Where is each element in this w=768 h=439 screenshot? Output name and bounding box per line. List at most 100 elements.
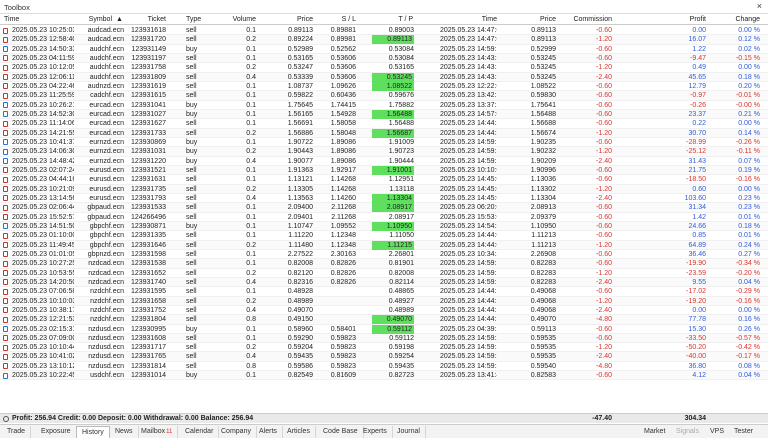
table-row[interactable]: 2025.05.23 10:10:44 nzdusd.ecn 123931717 se…	[0, 343, 768, 353]
cell-open-price: 0.49150	[287, 316, 313, 324]
col-symbol[interactable]: Symbol	[80, 15, 112, 25]
col-commission[interactable]: Commission	[570, 15, 612, 25]
table-row[interactable]: 2025.05.23 10:53:55 nzdcad.ecn 123931652 se…	[0, 269, 768, 278]
cell-close-price: 1.13302	[530, 185, 556, 193]
close-icon[interactable]: ×	[757, 1, 762, 11]
cell-volume: 0.4	[246, 157, 256, 165]
tab-articles[interactable]: Articles	[282, 426, 316, 438]
table-row[interactable]: 2025.05.23 04:11:59 audchf.ecn 123931197 se…	[0, 53, 768, 64]
tab-trade[interactable]: Trade	[2, 426, 32, 438]
table-row[interactable]: 2025.05.23 10:12:05 audchf.ecn 123931758 se…	[0, 63, 768, 73]
table-row[interactable]: 2025.05.23 10:26:21 eurcad.ecn 123931041 bu…	[0, 101, 768, 110]
cell-profit: 23.37	[688, 110, 706, 118]
col-profit[interactable]: Profit	[650, 15, 706, 25]
table-row[interactable]: 2025.05.23 12:58:40 audcad.ecn 123931720 se…	[0, 35, 768, 45]
table-row[interactable]: 2025.05.23 11:14:06 eurcad.ecn 123931627 se…	[0, 119, 768, 129]
sell-deal-icon	[3, 232, 8, 239]
table-row[interactable]: 2025.05.23 10:41:02 nzdusd.ecn 123931765 se…	[0, 352, 768, 362]
table-row[interactable]: 2025.05.23 10:27:25 nzdcad.ecn 123931538 se…	[0, 259, 768, 269]
col-close-price[interactable]: Price	[512, 15, 556, 25]
tester-tab[interactable]: Tester	[734, 426, 753, 438]
col-volume[interactable]: Volume	[220, 15, 256, 25]
vps-tab[interactable]: VPS	[710, 426, 724, 438]
tab-history[interactable]: History	[76, 426, 110, 438]
table-row[interactable]: 2025.05.23 10:21:09 eurusd.ecn 123931735 se…	[0, 184, 768, 194]
tab-journal[interactable]: Journal	[392, 426, 426, 438]
table-row[interactable]: 2025.05.23 11:49:45 gbpchf.ecn 123931646 se…	[0, 240, 768, 250]
table-row[interactable]: 2025.05.23 04:44:16 eurusd.ecn 123931631 se…	[0, 175, 768, 185]
cell-ticket: 123931717	[130, 344, 166, 352]
tab-code-base[interactable]: Code Base	[318, 426, 364, 438]
cell-tp: 0.53245	[372, 72, 414, 82]
cell-sl	[320, 306, 356, 315]
table-row[interactable]: 2025.05.23 14:21:55 eurcad.ecn 123931733 se…	[0, 128, 768, 138]
col-price[interactable]: Price	[280, 15, 313, 25]
summary-icon	[3, 416, 9, 422]
cell-tp: 1.10950	[372, 221, 414, 231]
table-row[interactable]: 2025.05.23 07:06:58 nzdchf.ecn 123931595 se…	[0, 287, 768, 297]
table-row[interactable]: 2025.05.23 12:06:11 audchf.ecn 123931809 se…	[0, 72, 768, 82]
cell-ticket: 123931598	[130, 250, 166, 258]
cell-type: buy	[186, 325, 198, 333]
table-row[interactable]: 2025.05.23 02:07:24 eurusd.ecn 123931521 se…	[0, 165, 768, 176]
cell-change: 0.00 %	[738, 27, 760, 34]
tab-label: Alerts	[259, 428, 277, 435]
table-row[interactable]: 2025.05.23 12:21:53 nzdchf.ecn 123931804 se…	[0, 315, 768, 325]
col-time[interactable]: Time	[4, 15, 64, 25]
col-tp[interactable]: T / P	[375, 15, 413, 25]
table-row[interactable]: 2025.05.23 10:41:37 eurnzd.ecn 123930869 bu…	[0, 138, 768, 148]
cell-commission: -1.20	[596, 344, 612, 352]
cell-commission: -0.60	[596, 334, 612, 342]
table-row[interactable]: 2025.05.23 14:06:30 eurnzd.ecn 123931031 bu…	[0, 147, 768, 157]
tab-experts[interactable]: Experts	[358, 426, 393, 438]
col-sl[interactable]: S / L	[320, 15, 356, 25]
tab-news[interactable]: News	[110, 426, 139, 438]
table-row[interactable]: 2025.05.23 13:14:56 eurusd.ecn 123931793 se…	[0, 193, 768, 204]
table-row[interactable]: 2025.05.23 02:06:44 gbpaud.ecn 123931533 se…	[0, 203, 768, 213]
table-row[interactable]: 2025.05.23 10:22:45 usdchf.ecn 123931014 bu…	[0, 371, 768, 381]
cell-type: sell	[186, 176, 197, 184]
tab-label: News	[115, 428, 133, 435]
cell-open-price: 1.11220	[288, 232, 313, 240]
col-type[interactable]: Type	[186, 15, 210, 25]
cell-close-price: 0.59540	[530, 362, 556, 370]
cell-symbol: gbpnzd.ecn	[87, 250, 124, 258]
tab-company[interactable]: Company	[216, 426, 257, 438]
cell-open-time: 2025.05.23 04:22:46	[12, 82, 74, 90]
table-row[interactable]: 2025.05.23 01:01:05 gbpnzd.ecn 123931598 se…	[0, 250, 768, 260]
signals-tab[interactable]: Signals	[676, 426, 699, 438]
tab-alerts[interactable]: Alerts	[254, 426, 283, 438]
cell-tp: 1.13118	[389, 185, 414, 193]
cell-open-time: 2025.05.23 01:10:00	[12, 232, 74, 240]
tab-mailbox[interactable]: Mailbox11	[136, 426, 179, 438]
cell-profit: -19.90	[686, 260, 706, 268]
table-row[interactable]: 2025.05.23 10:25:03 audcad.ecn 123931618 se…	[0, 26, 768, 36]
table-row[interactable]: 2025.05.23 07:09:00 nzdusd.ecn 123931608 se…	[0, 333, 768, 344]
profit-total: 304.34	[684, 415, 706, 422]
table-row[interactable]: 2025.05.23 02:15:31 nzdusd.ecn 123930995 bu…	[0, 324, 768, 334]
col-ticket[interactable]: Ticket	[130, 15, 166, 25]
table-row[interactable]: 2025.05.23 15:52:57 gbpaud.ecn 124266496 se…	[0, 213, 768, 222]
table-row[interactable]: 2025.05.23 14:51:50 gbpchf.ecn 123930871 bu…	[0, 221, 768, 232]
cell-type: sell	[186, 166, 197, 174]
cell-type: buy	[186, 110, 198, 118]
cell-sl: 1.92917	[330, 166, 356, 174]
table-row[interactable]: 2025.05.23 11:25:59 cadchf.ecn 123931615 se…	[0, 91, 768, 101]
table-row[interactable]: 2025.05.23 14:52:30 eurcad.ecn 123931027 bu…	[0, 109, 768, 120]
cell-open-time: 2025.05.23 15:52:57	[12, 213, 74, 221]
col-close-time[interactable]: Time	[440, 15, 497, 25]
table-row[interactable]: 2025.05.23 10:10:03 nzdchf.ecn 123931658 se…	[0, 296, 768, 306]
tab-calendar[interactable]: Calendar	[180, 426, 220, 438]
table-row[interactable]: 2025.05.23 10:38:17 nzdchf.ecn 123931752 se…	[0, 306, 768, 316]
table-row[interactable]: 2025.05.23 14:20:50 nzdcad.ecn 123931740 se…	[0, 277, 768, 288]
table-row[interactable]: 2025.05.23 01:10:00 gbpchf.ecn 123931335 se…	[0, 231, 768, 241]
col-change[interactable]: Change	[720, 15, 760, 25]
table-row[interactable]: 2025.05.23 13:10:12 nzdusd.ecn 123931814 se…	[0, 362, 768, 372]
market-tab[interactable]: Market	[644, 426, 665, 438]
table-row[interactable]: 2025.05.23 14:50:33 audchf.ecn 123931149 bu…	[0, 45, 768, 54]
table-row[interactable]: 2025.05.23 04:22:46 audnzd.ecn 123931619 se…	[0, 81, 768, 92]
cell-close-price: 0.49068	[530, 297, 556, 305]
table-row[interactable]: 2025.05.23 14:48:42 eurnzd.ecn 123931220 bu…	[0, 157, 768, 166]
sell-deal-icon	[3, 120, 8, 127]
tab-exposure[interactable]: Exposure	[36, 426, 77, 438]
